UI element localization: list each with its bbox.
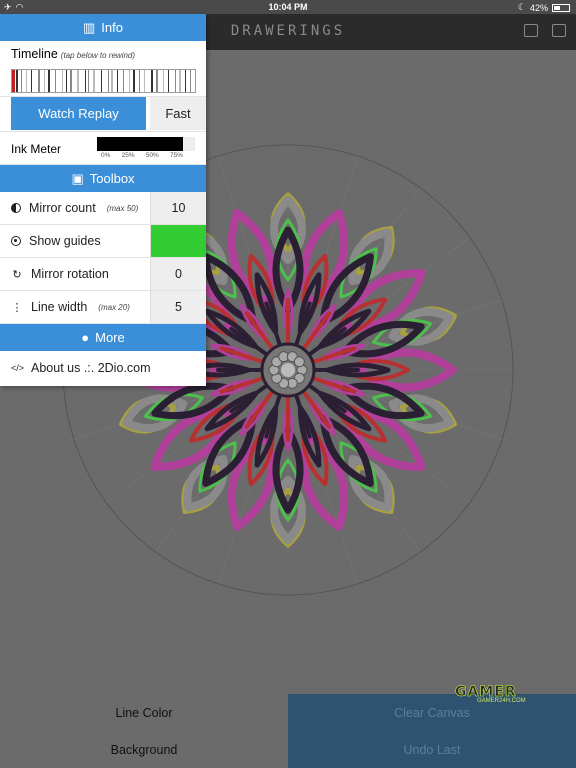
timeline-stripe	[66, 70, 67, 92]
info-header[interactable]: ▥ Info	[0, 14, 206, 41]
line-width-hint: (max 20)	[98, 302, 130, 312]
code-icon: </>	[11, 363, 25, 373]
more-header[interactable]: ● More	[0, 324, 206, 351]
show-guides-row[interactable]: Show guides	[0, 225, 206, 258]
timeline-stripe	[156, 70, 158, 92]
timeline-stripe	[129, 70, 130, 92]
mandala-core	[281, 363, 295, 377]
timeline-stripe	[123, 70, 124, 92]
ink-tick: 0%	[101, 152, 111, 159]
timeline-stripe	[16, 70, 18, 92]
timeline-stripe	[26, 70, 27, 92]
timeline-stripe	[139, 70, 140, 92]
bottom-left: Line Color Background	[0, 694, 288, 768]
status-right: ☾ 42%	[518, 2, 570, 13]
battery-icon	[552, 3, 570, 12]
line-width-row[interactable]: ⋮ Line width (max 20) 5	[0, 291, 206, 324]
vertical-ellipsis-icon: ⋮	[11, 301, 23, 314]
mirror-count-row[interactable]: Mirror count (max 50) 10	[0, 192, 206, 225]
timeline-stripe	[48, 70, 50, 92]
timeline-hint: (tap below to rewind)	[60, 51, 136, 60]
mirror-count-value[interactable]: 10	[150, 192, 206, 224]
timeline-stripe	[88, 70, 89, 92]
rotate-icon: ↻	[12, 268, 22, 281]
timeline-section: Timeline (tap below to rewind)	[0, 41, 206, 97]
contrast-icon	[11, 203, 21, 213]
timeline-stripe	[101, 70, 102, 92]
moon-icon: ☾	[517, 2, 526, 12]
timeline-stripe	[133, 70, 135, 92]
timeline-stripe	[31, 70, 32, 92]
timeline-label: Timeline	[11, 47, 58, 61]
timeline-stripe	[190, 70, 191, 92]
replay-row: Watch Replay Fast	[0, 97, 206, 132]
background-button[interactable]: Background	[0, 731, 288, 768]
timeline-stripe	[55, 70, 56, 92]
ink-meter-ticks: 0% 25% 50% 75%	[97, 152, 183, 159]
timeline-scrubber[interactable]	[11, 69, 196, 93]
ink-tick: 50%	[145, 152, 159, 159]
about-row[interactable]: </> About us .:. 2Dio.com	[0, 351, 206, 385]
timeline-stripe	[38, 70, 40, 92]
ink-meter-label: Ink Meter	[11, 142, 62, 156]
line-width-label: Line width	[31, 300, 88, 314]
mirror-rotation-value[interactable]: 0	[150, 258, 206, 290]
ink-meter: 0% 25% 50% 75%	[97, 137, 195, 159]
mirror-rotation-label: Mirror rotation	[31, 267, 109, 281]
ink-meter-bar	[97, 137, 195, 151]
ink-meter-fill	[97, 137, 184, 151]
timeline-stripe	[70, 70, 72, 92]
target-icon	[11, 236, 21, 246]
mirror-count-label: Mirror count	[29, 201, 96, 215]
mandala-center-petal	[293, 356, 305, 368]
mirror-rotation-row[interactable]: ↻ Mirror rotation 0	[0, 258, 206, 291]
more-header-label: More	[95, 330, 125, 345]
status-time: 10:04 PM	[268, 2, 308, 12]
timeline-stripe	[175, 70, 176, 92]
ink-meter-row: Ink Meter 0% 25% 50% 75%	[0, 132, 206, 165]
timeline-stripe	[93, 70, 95, 92]
timeline-marker	[12, 70, 15, 92]
timeline-stripe	[85, 70, 86, 92]
battery-text: 42%	[529, 2, 548, 13]
timeline-stripe	[44, 70, 45, 92]
timeline-stripe	[185, 70, 186, 92]
show-guides-toggle[interactable]	[150, 225, 206, 257]
watch-replay-button[interactable]: Watch Replay	[11, 97, 146, 130]
timeline-stripe	[21, 70, 22, 92]
timeline-stripe	[108, 70, 109, 92]
info-header-label: Info	[101, 20, 123, 35]
timeline-stripe	[62, 70, 63, 92]
settings-panel: ▥ Info Timeline (tap below to rewind) Wat…	[0, 14, 206, 386]
undo-last-button[interactable]: Undo Last	[288, 731, 576, 768]
timeline-stripe	[179, 70, 181, 92]
timeline-stripe	[111, 70, 113, 92]
timeline-stripe	[117, 70, 118, 92]
line-color-button[interactable]: Line Color	[0, 694, 288, 731]
timeline-stripe	[163, 70, 164, 92]
speed-button[interactable]: Fast	[150, 97, 206, 130]
ink-tick: 75%	[169, 152, 183, 159]
toolbox-header[interactable]: ▣ Toolbox	[0, 165, 206, 192]
image-icon[interactable]	[552, 24, 566, 37]
show-guides-label: Show guides	[29, 234, 101, 248]
timeline-stripe	[144, 70, 145, 92]
timeline-stripe	[77, 70, 79, 92]
timeline-stripe	[168, 70, 169, 92]
comments-icon: ●	[81, 330, 90, 345]
battery-fill	[554, 5, 560, 10]
mirror-count-hint: (max 50)	[106, 203, 139, 213]
watermark-logo: GAMER GAMER24H.COM	[455, 684, 545, 706]
briefcase-icon: ▣	[71, 170, 84, 186]
save-icon[interactable]	[524, 24, 538, 37]
toolbox-header-label: Toolbox	[89, 171, 135, 186]
watermark-sub: GAMER24H.COM	[477, 698, 526, 704]
chart-icon: ▥	[83, 19, 96, 35]
about-link[interactable]: About us .:. 2Dio.com	[31, 361, 151, 375]
line-width-value[interactable]: 5	[150, 291, 206, 323]
status-bar: ✈ ◠ 10:04 PM ☾ 42%	[0, 0, 576, 14]
ink-tick: 25%	[121, 152, 135, 159]
timeline-stripe	[151, 70, 153, 92]
